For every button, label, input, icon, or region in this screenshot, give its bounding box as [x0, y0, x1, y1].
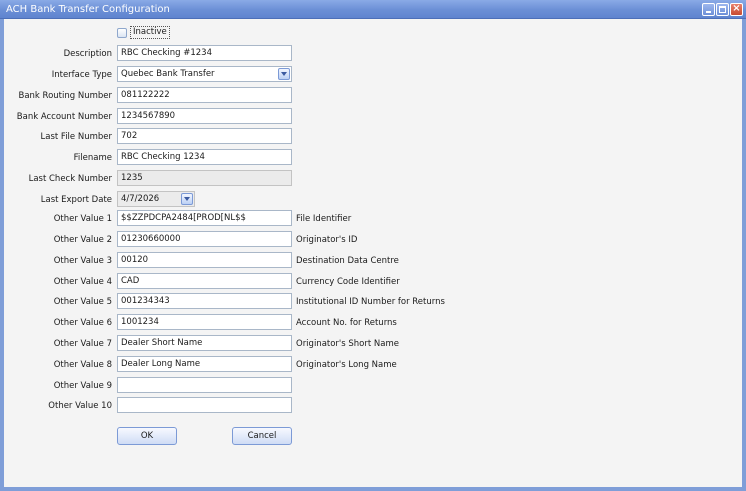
other-value-2-label: Other Value 2	[53, 235, 112, 245]
filename-field[interactable]: RBC Checking 1234	[117, 149, 292, 165]
last-check-number-label: Last Check Number	[28, 174, 112, 184]
window-controls: ×	[702, 3, 743, 16]
other-value-3-desc: Destination Data Centre	[296, 256, 399, 266]
interface-type-value: Quebec Bank Transfer	[121, 69, 215, 79]
other-value-8-field[interactable]: Dealer Long Name	[117, 356, 292, 372]
other-value-10-label: Other Value 10	[48, 401, 112, 411]
ok-button[interactable]: OK	[117, 427, 177, 445]
other-value-6-field[interactable]: 1001234	[117, 314, 292, 330]
account-number-field[interactable]: 1234567890	[117, 108, 292, 124]
filename-label: Filename	[73, 153, 112, 163]
other-value-4-desc: Currency Code Identifier	[296, 277, 400, 287]
minimize-icon	[706, 11, 711, 13]
last-export-date-value: 4/7/2026	[121, 194, 160, 204]
routing-number-label: Bank Routing Number	[18, 91, 113, 101]
other-value-7-field[interactable]: Dealer Short Name	[117, 335, 292, 351]
title-bar[interactable]: ACH Bank Transfer Configuration ×	[0, 0, 746, 19]
other-value-1-field[interactable]: $$ZZPDCPA2484[PROD[NL$$	[117, 210, 292, 226]
minimize-button[interactable]	[702, 3, 715, 16]
description-field[interactable]: RBC Checking #1234	[117, 45, 292, 61]
other-value-1-desc: File Identifier	[296, 214, 352, 224]
other-value-3-label: Other Value 3	[53, 256, 112, 266]
other-value-6-label: Other Value 6	[53, 318, 112, 328]
interface-type-label: Interface Type	[51, 70, 112, 80]
interface-type-select[interactable]: Quebec Bank Transfer	[117, 66, 292, 82]
description-label: Description	[63, 49, 112, 59]
other-value-7-label: Other Value 7	[53, 339, 112, 349]
other-value-4-label: Other Value 4	[53, 277, 112, 287]
last-check-number-field: 1235	[117, 170, 292, 186]
other-value-5-field[interactable]: 001234343	[117, 293, 292, 309]
other-value-2-desc: Originator's ID	[296, 235, 358, 245]
other-value-10-field[interactable]	[117, 397, 292, 413]
other-value-8-label: Other Value 8	[53, 360, 112, 370]
close-button[interactable]: ×	[730, 3, 743, 16]
maximize-button[interactable]	[716, 3, 729, 16]
calendar-dropdown-icon[interactable]	[181, 193, 193, 205]
other-value-3-field[interactable]: 00120	[117, 252, 292, 268]
chevron-down-icon[interactable]	[278, 68, 290, 80]
other-value-1-label: Other Value 1	[53, 214, 112, 224]
last-file-number-field[interactable]: 702	[117, 128, 292, 144]
other-value-9-field[interactable]	[117, 377, 292, 393]
routing-number-field[interactable]: 081122222	[117, 87, 292, 103]
maximize-icon	[719, 6, 726, 13]
other-value-4-field[interactable]: CAD	[117, 273, 292, 289]
account-number-label: Bank Account Number	[16, 112, 112, 122]
cancel-button[interactable]: Cancel	[232, 427, 292, 445]
form-area: Inactive Description RBC Checking #1234 …	[4, 19, 742, 487]
last-file-number-label: Last File Number	[40, 132, 112, 142]
last-export-date-label: Last Export Date	[40, 195, 112, 205]
last-export-date-picker[interactable]: 4/7/2026	[117, 191, 195, 207]
config-window: ACH Bank Transfer Configuration × Inacti…	[0, 0, 746, 491]
window-title: ACH Bank Transfer Configuration	[6, 4, 170, 15]
other-value-9-label: Other Value 9	[53, 381, 112, 391]
other-value-8-desc: Originator's Long Name	[296, 360, 397, 370]
inactive-row: Inactive	[117, 26, 170, 39]
other-value-5-desc: Institutional ID Number for Returns	[296, 297, 445, 307]
other-value-2-field[interactable]: 01230660000	[117, 231, 292, 247]
inactive-checkbox[interactable]	[117, 27, 127, 38]
other-value-7-desc: Originator's Short Name	[296, 339, 399, 349]
inactive-label[interactable]: Inactive	[130, 26, 170, 39]
other-value-6-desc: Account No. for Returns	[296, 318, 397, 328]
close-icon: ×	[732, 3, 741, 14]
other-value-5-label: Other Value 5	[53, 297, 112, 307]
